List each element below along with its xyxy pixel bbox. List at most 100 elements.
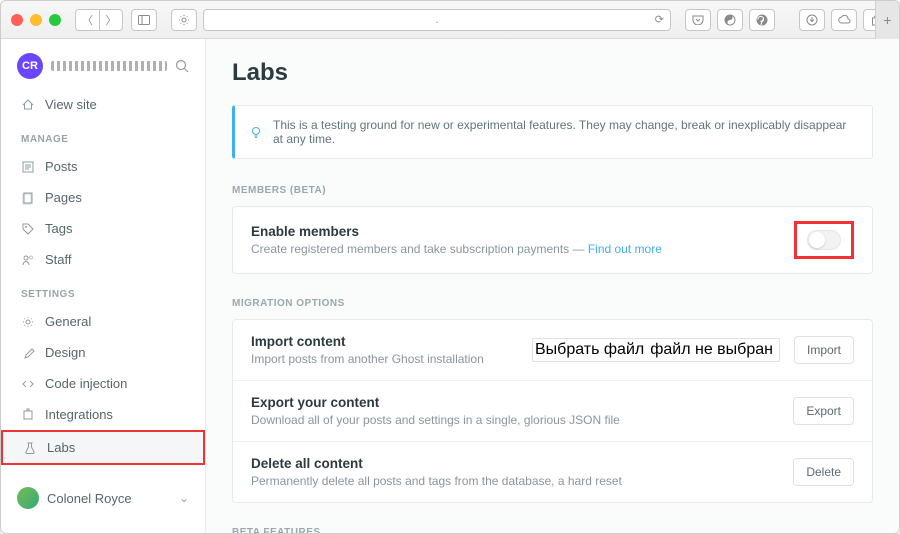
file-input[interactable]: Выбрать файл файл не выбран [532,338,780,362]
user-name: Colonel Royce [47,491,171,506]
delete-row: Delete all content Permanently delete al… [233,441,872,502]
section-label-members: Members (beta) [232,185,873,196]
downloads-button[interactable] [799,9,825,31]
staff-icon [21,253,35,267]
sidebar-item-design[interactable]: Design [1,337,205,368]
panel-icon [138,15,150,25]
site-settings-button[interactable] [171,9,197,31]
home-icon [21,98,35,112]
file-status: файл не выбран [650,341,773,359]
sidebar-item-posts[interactable]: Posts [1,151,205,182]
toolbar-right [685,9,889,31]
pocket-icon [692,15,704,25]
yin-icon [724,14,736,26]
sidebar-item-label: Posts [45,159,78,174]
page-title: Labs [232,59,873,87]
export-title: Export your content [251,395,779,410]
sidebar-item-label: Integrations [45,407,113,422]
info-notice: This is a testing ground for new or expe… [232,105,873,159]
import-title: Import content [251,334,518,349]
pages-icon [21,191,35,205]
gear-icon [21,315,35,329]
toggle-highlight [794,221,854,259]
section-label-beta: Beta features [232,527,873,533]
delete-desc: Permanently delete all posts and tags fr… [251,474,779,488]
close-window-button[interactable] [11,14,23,26]
posts-icon [21,160,35,174]
members-card: Enable members Create registered members… [232,206,873,274]
minimize-window-button[interactable] [30,14,42,26]
find-out-more-link[interactable]: Find out more [588,242,662,256]
pinterest-icon [756,14,768,26]
sidebar-section-settings: Settings [1,275,205,306]
zoom-window-button[interactable] [49,14,61,26]
enable-members-desc: Create registered members and take subsc… [251,242,780,256]
sidebar-item-label: General [45,314,91,329]
brush-icon [21,346,35,360]
window-controls [11,14,61,26]
enable-members-toggle[interactable] [807,230,841,250]
migration-card: Import content Import posts from another… [232,319,873,503]
import-button[interactable]: Import [794,336,854,364]
back-button[interactable]: 〈 [75,9,99,31]
sidebar-item-integrations[interactable]: Integrations [1,399,205,430]
new-tab-button[interactable]: + [875,1,899,39]
puzzle-icon [21,408,35,422]
nav-buttons: 〈 〉 [75,9,123,31]
flask-icon [23,441,37,455]
delete-title: Delete all content [251,456,779,471]
sidebar-header: CR [1,53,205,89]
sidebar-item-label: Labs [47,440,75,455]
export-button[interactable]: Export [793,397,854,425]
address-bar[interactable]: . ⟳ [203,9,671,31]
sidebar-item-pages[interactable]: Pages [1,182,205,213]
sidebar-item-label: Tags [45,221,72,236]
sidebar-item-tags[interactable]: Tags [1,213,205,244]
pinterest-button[interactable] [749,9,775,31]
choose-file-button[interactable]: Выбрать файл [535,341,644,359]
sidebar-item-label: Code injection [45,376,127,391]
cloud-icon [837,15,851,25]
pocket-button[interactable] [685,9,711,31]
icloud-tabs-button[interactable] [831,9,857,31]
sidebar-item-code-injection[interactable]: Code injection [1,368,205,399]
sidebar-item-label: Pages [45,190,82,205]
sidebar-item-labs[interactable]: Labs [1,430,205,465]
export-desc: Download all of your posts and settings … [251,413,779,427]
sidebar-item-label: Design [45,345,85,360]
import-row: Import content Import posts from another… [233,320,872,380]
site-avatar[interactable]: CR [17,53,43,79]
site-name-redacted [51,61,167,71]
sidebar-item-staff[interactable]: Staff [1,244,205,275]
search-button[interactable] [175,59,189,73]
import-desc: Import posts from another Ghost installa… [251,352,518,366]
main-panel: Labs This is a testing ground for new or… [206,39,899,533]
gear-icon [178,14,190,26]
lightbulb-icon [249,125,263,139]
search-icon [175,59,189,73]
tag-icon [21,222,35,236]
sidebar-item-general[interactable]: General [1,306,205,337]
sidebar-item-view-site[interactable]: View site [1,89,205,120]
address-area: . ⟳ [171,9,671,31]
download-icon [806,14,818,26]
sidebar-user[interactable]: Colonel Royce ⌄ [1,477,205,519]
sidebar-item-label: View site [45,97,97,112]
notice-text: This is a testing ground for new or expe… [273,118,858,146]
sidebar-section-manage: Manage [1,120,205,151]
sidebar: CR View site Manage Posts Pages Tags Sta… [1,39,206,533]
titlebar: 〈 〉 . ⟳ + [1,1,899,39]
sidebar-item-label: Staff [45,252,72,267]
export-row: Export your content Download all of your… [233,380,872,441]
user-avatar [17,487,39,509]
enable-members-row: Enable members Create registered members… [233,207,872,273]
app-content: CR View site Manage Posts Pages Tags Sta… [1,39,899,533]
enable-members-title: Enable members [251,224,780,239]
extension-button-1[interactable] [717,9,743,31]
chevron-down-icon: ⌄ [179,491,189,505]
section-label-migration: Migration options [232,298,873,309]
forward-button[interactable]: 〉 [99,9,123,31]
sidebar-toggle-button[interactable] [131,9,157,31]
reload-icon[interactable]: ⟳ [655,13,664,26]
delete-button[interactable]: Delete [793,458,854,486]
